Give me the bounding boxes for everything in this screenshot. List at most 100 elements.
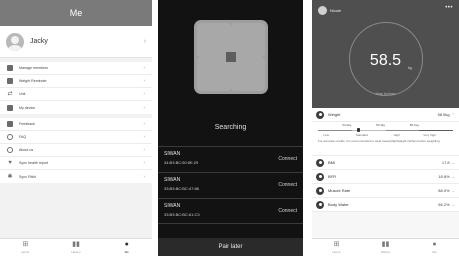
scale-number: 59.4kg <box>376 123 386 127</box>
device-item[interactable]: SIWAN 33:B3:BC:BC:61:C3 Connect <box>158 198 303 224</box>
metric-row-weight[interactable]: Weight 58.5kg ⌃ <box>312 108 459 122</box>
chevron-right-icon: › <box>143 121 145 127</box>
metric-name: Weight <box>328 112 341 117</box>
user-name: Nicole <box>330 8 342 13</box>
metric-name: Body Water <box>328 202 349 207</box>
user-switcher[interactable]: Nicole <box>318 6 341 15</box>
range-low <box>318 129 352 132</box>
scale-label: Standard <box>355 133 368 137</box>
metric-row-muscle-rate[interactable]: Muscle Rate 88.0% ⌄ <box>312 184 459 198</box>
weight-icon <box>316 110 324 119</box>
scale-label: Very high <box>423 133 436 137</box>
home-icon: ⊞ <box>22 241 29 248</box>
metric-value: 88.0% <box>438 188 450 193</box>
menu-item-manage-members[interactable]: Manage members › <box>0 62 152 75</box>
device-name: SIWAN <box>164 177 181 183</box>
tab-me[interactable]: ● Me <box>101 239 152 256</box>
menu-item-label: Sync Fitbit <box>19 174 36 179</box>
users-icon <box>7 65 13 71</box>
tab-me[interactable]: ● Me <box>410 239 459 256</box>
menu-item-unit[interactable]: ⇄ Unit › <box>0 88 152 101</box>
menu-item-my-device[interactable]: My device › <box>0 101 152 114</box>
chevron-down-icon: ⌄ <box>451 188 455 193</box>
menu-item-faq[interactable]: FAQ › <box>0 131 152 144</box>
scale-label: Low <box>323 133 329 137</box>
tab-home[interactable]: ⊞ Home <box>0 239 51 256</box>
metric-name: BMI <box>328 160 336 165</box>
metric-value: 17.8 <box>441 160 450 165</box>
metric-row-bmi[interactable]: BMI 17.8 ⌄ <box>312 156 459 170</box>
connect-button[interactable]: Connect <box>278 156 297 162</box>
weight-screen: Nicole ••• 58.5 kg May before Weight 58.… <box>312 0 459 256</box>
chevron-up-icon: ⌃ <box>451 112 455 117</box>
more-icon[interactable]: ••• <box>445 5 453 11</box>
profile-row[interactable]: Jacky › <box>0 26 152 58</box>
tab-history[interactable]: ▮▮ History <box>361 239 410 256</box>
chevron-right-icon: › <box>143 38 146 45</box>
device-mac: 33:B3:BC:BC:61:C3 <box>164 212 200 217</box>
avatar <box>318 6 327 15</box>
menu-item-label: Weight Reminder <box>19 79 47 83</box>
chevron-down-icon: ⌄ <box>451 202 455 207</box>
scale-numbers: 53.2kg 59.4kg 80.1kg <box>318 123 453 128</box>
faq-icon <box>7 134 13 140</box>
menu-item-label: My device <box>19 105 36 110</box>
chevron-down-icon: ⌄ <box>451 174 455 179</box>
sync-icon: ✱ <box>7 173 13 180</box>
chevron-right-icon: › <box>143 65 145 71</box>
tab-history[interactable]: ▮▮ History <box>51 239 102 256</box>
scale-labels: Low Standard High Very high <box>318 133 453 138</box>
tab-bar: ⊞ Home ▮▮ History ● Me <box>312 238 459 256</box>
device-item[interactable]: SIWAN 34:B3:BC:50:5E:29 Connect <box>158 146 303 172</box>
search-screen: Searching SIWAN 34:B3:BC:50:5E:29 Connec… <box>158 0 303 256</box>
me-screen: Me Jacky › Manage members › Weight Remin… <box>0 0 152 256</box>
profile-name: Jacky <box>30 38 48 45</box>
menu-item-sync-fitbit[interactable]: ✱ Sync Fitbit › <box>0 170 152 183</box>
avatar <box>6 32 24 51</box>
metric-row-body-water[interactable]: Body Water 56.2% ⌄ <box>312 198 459 212</box>
range-very-high <box>419 129 453 132</box>
tab-label: History <box>71 250 81 254</box>
bmi-icon <box>316 158 324 167</box>
menu-item-label: FAQ <box>19 135 27 139</box>
scale-pad <box>231 23 265 57</box>
device-mac: 33:B3:BC:BC:47:88 <box>164 186 199 191</box>
menu-item-weight-reminder[interactable]: Weight Reminder › <box>0 75 152 88</box>
menu-item-feedback[interactable]: Feedback › <box>0 118 152 131</box>
health-icon: ♥ <box>8 160 12 166</box>
pair-later-button[interactable]: Pair later <box>158 238 303 256</box>
tab-label: History <box>380 250 391 254</box>
menu-item-about-us[interactable]: About us › <box>0 144 152 157</box>
metric-value: 58.5kg <box>437 112 450 117</box>
chevron-down-icon: ⌄ <box>451 160 455 165</box>
tab-home[interactable]: ⊞ Home <box>312 239 361 256</box>
connect-button[interactable]: Connect <box>278 182 297 188</box>
metric-row-bfr[interactable]: BFR 18.8% ⌄ <box>312 170 459 184</box>
bfr-icon <box>316 172 324 181</box>
water-drop-icon <box>316 200 324 209</box>
chevron-right-icon: › <box>143 104 145 111</box>
device-item[interactable]: SIWAN 33:B3:BC:BC:47:88 Connect <box>158 172 303 198</box>
tab-label: Home <box>21 250 30 254</box>
metric-name: BFR <box>328 174 336 179</box>
menu-item-sync-health[interactable]: ♥ Sync health report › <box>0 157 152 170</box>
me-icon: ● <box>124 241 129 248</box>
device-icon <box>7 104 13 111</box>
range-bar <box>318 128 453 132</box>
device-list: SIWAN 34:B3:BC:50:5E:29 Connect SIWAN 33… <box>158 146 303 224</box>
metric-name: Muscle Rate <box>328 188 351 193</box>
bell-icon <box>7 78 13 84</box>
me-icon: ● <box>432 241 437 248</box>
tab-bar: ⊞ Home ▮▮ History ● Me <box>0 238 152 256</box>
chevron-right-icon: › <box>143 173 145 180</box>
chevron-right-icon: › <box>143 134 145 140</box>
weight-detail: 53.2kg 59.4kg 80.1kg Low Standard High V… <box>312 122 459 156</box>
weight-note: For accurate results, it is recommended … <box>318 139 441 143</box>
chevron-right-icon: › <box>143 160 145 166</box>
history-icon: ▮▮ <box>381 241 390 248</box>
chevron-right-icon: › <box>143 91 145 97</box>
scale-label: High <box>393 133 400 137</box>
scale-display <box>226 52 236 62</box>
connect-button[interactable]: Connect <box>278 208 297 214</box>
weight-header: Nicole ••• 58.5 kg May before <box>312 0 459 108</box>
